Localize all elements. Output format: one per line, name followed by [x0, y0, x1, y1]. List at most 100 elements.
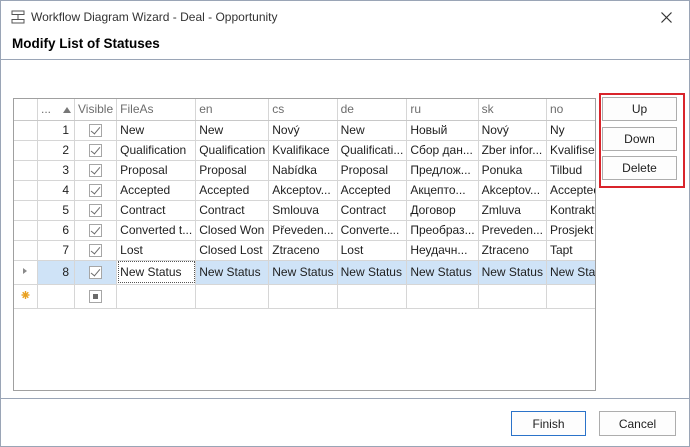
row-indicator[interactable]	[14, 140, 38, 161]
status-grid[interactable]: ... Visible FileAs en cs de ru sk no 1 Ne…	[13, 98, 596, 391]
cell-fileas[interactable]: Accepted	[116, 180, 197, 201]
table-row[interactable]: 3 Proposal Proposal Nabídka Proposal Предлож.…	[14, 160, 595, 181]
down-button[interactable]: Down	[602, 127, 677, 151]
cell-de[interactable]: Accepted	[337, 180, 408, 201]
row-indicator[interactable]	[14, 240, 38, 261]
cell-en[interactable]: Contract	[195, 200, 270, 221]
cell-de[interactable]: Converte...	[337, 220, 408, 241]
cell-sk[interactable]: Zmluva	[478, 200, 547, 221]
row-order-cell[interactable]: 8	[37, 260, 76, 285]
cell-fileas[interactable]: Lost	[116, 240, 197, 261]
cell-de[interactable]: Lost	[337, 240, 408, 261]
visible-cell[interactable]	[74, 240, 118, 261]
cell-en[interactable]: New	[195, 120, 270, 141]
cell-en[interactable]: Qualification	[195, 140, 270, 161]
visible-checkbox[interactable]	[89, 164, 103, 178]
new-row-cell[interactable]	[546, 284, 595, 309]
cell-en[interactable]: Closed Lost	[195, 240, 270, 261]
close-button[interactable]	[643, 1, 689, 33]
up-button[interactable]: Up	[602, 97, 677, 121]
row-order-cell[interactable]: 7	[37, 240, 76, 261]
cell-cs[interactable]: Smlouva	[268, 200, 338, 221]
visible-checkbox[interactable]	[89, 244, 103, 258]
cell-fileas[interactable]: New	[116, 120, 197, 141]
cell-ru[interactable]: Преобраз...	[406, 220, 479, 241]
col-header-de[interactable]: de	[337, 99, 408, 121]
finish-button[interactable]: Finish	[511, 411, 586, 436]
visible-cell[interactable]	[74, 220, 118, 241]
row-order-cell[interactable]: 3	[37, 160, 76, 181]
table-row[interactable]: 8 New Status New Status New Status New Statu…	[14, 260, 595, 285]
row-indicator[interactable]	[14, 160, 38, 181]
delete-button[interactable]: Delete	[602, 156, 677, 180]
cell-fileas[interactable]: Qualification	[116, 140, 197, 161]
new-row-cell[interactable]	[195, 284, 270, 309]
row-indicator[interactable]	[14, 200, 38, 221]
cell-en[interactable]: New Status	[195, 260, 270, 285]
visible-checkbox[interactable]	[89, 124, 103, 138]
new-row-cell[interactable]	[337, 284, 408, 309]
cell-no[interactable]: Kvalifisering	[546, 140, 595, 161]
cell-no[interactable]: Ny	[546, 120, 595, 141]
table-row[interactable]: 6 Converted t... Closed Won Převeden... Conv…	[14, 220, 595, 241]
visible-cell[interactable]	[74, 160, 118, 181]
table-row[interactable]: 1 New New Nový New Новый Nový Ny	[14, 120, 595, 141]
cell-en[interactable]: Proposal	[195, 160, 270, 181]
cell-fileas[interactable]: Contract	[116, 200, 197, 221]
row-indicator[interactable]	[14, 260, 38, 285]
cell-ru[interactable]: Акцепто...	[406, 180, 479, 201]
col-header-visible[interactable]: Visible	[74, 99, 118, 121]
cell-cs[interactable]: Nabídka	[268, 160, 338, 181]
cell-sk[interactable]: Akceptov...	[478, 180, 547, 201]
new-row-order-cell[interactable]	[37, 284, 76, 309]
cell-de[interactable]: Proposal	[337, 160, 408, 181]
row-order-cell[interactable]: 2	[37, 140, 76, 161]
cell-en[interactable]: Accepted	[195, 180, 270, 201]
visible-cell[interactable]	[74, 260, 118, 285]
visible-cell[interactable]	[74, 180, 118, 201]
cell-sk[interactable]: Nový	[478, 120, 547, 141]
visible-cell[interactable]	[74, 140, 118, 161]
visible-cell[interactable]	[74, 200, 118, 221]
visible-cell[interactable]	[74, 120, 118, 141]
col-header-sk[interactable]: sk	[478, 99, 547, 121]
visible-checkbox[interactable]	[89, 204, 103, 218]
table-row[interactable]: 5 Contract Contract Smlouva Contract Договор Z…	[14, 200, 595, 221]
table-row[interactable]: 2 Qualification Qualification Kvalifikace Qu…	[14, 140, 595, 161]
cancel-button[interactable]: Cancel	[599, 411, 676, 436]
row-order-cell[interactable]: 1	[37, 120, 76, 141]
cell-de[interactable]: New	[337, 120, 408, 141]
cell-fileas[interactable]: Proposal	[116, 160, 197, 181]
cell-no[interactable]: Kontrakt	[546, 200, 595, 221]
cell-fileas[interactable]: Converted t...	[116, 220, 197, 241]
cell-sk[interactable]: Preveden...	[478, 220, 547, 241]
cell-sk[interactable]: Ponuka	[478, 160, 547, 181]
col-header-ru[interactable]: ru	[406, 99, 479, 121]
col-header-order[interactable]: ...	[37, 99, 76, 121]
cell-sk[interactable]: New Status	[478, 260, 547, 285]
cell-en[interactable]: Closed Won	[195, 220, 270, 241]
cell-sk[interactable]: Zber infor...	[478, 140, 547, 161]
row-indicator[interactable]	[14, 180, 38, 201]
row-order-cell[interactable]: 4	[37, 180, 76, 201]
cell-sk[interactable]: Ztraceno	[478, 240, 547, 261]
cell-cs[interactable]: New Status	[268, 260, 338, 285]
cell-ru[interactable]: New Status	[406, 260, 479, 285]
cell-no[interactable]: Tilbud	[546, 160, 595, 181]
col-header-cs[interactable]: cs	[268, 99, 338, 121]
cell-cs[interactable]: Převeden...	[268, 220, 338, 241]
cell-de[interactable]: Qualificati...	[337, 140, 408, 161]
new-row-cell[interactable]	[478, 284, 547, 309]
new-row-cell[interactable]	[116, 284, 197, 309]
cell-cs[interactable]: Nový	[268, 120, 338, 141]
cell-no[interactable]: New Status	[546, 260, 595, 285]
cell-ru[interactable]: Новый	[406, 120, 479, 141]
row-indicator[interactable]	[14, 120, 38, 141]
new-row[interactable]	[14, 284, 595, 309]
cell-cs[interactable]: Ztraceno	[268, 240, 338, 261]
cell-de[interactable]: New Status	[337, 260, 408, 285]
table-row[interactable]: 7 Lost Closed Lost Ztraceno Lost Неудачн... Zt…	[14, 240, 595, 261]
cell-ru[interactable]: Сбор дан...	[406, 140, 479, 161]
visible-checkbox[interactable]	[89, 184, 103, 198]
cell-ru[interactable]: Предлож...	[406, 160, 479, 181]
